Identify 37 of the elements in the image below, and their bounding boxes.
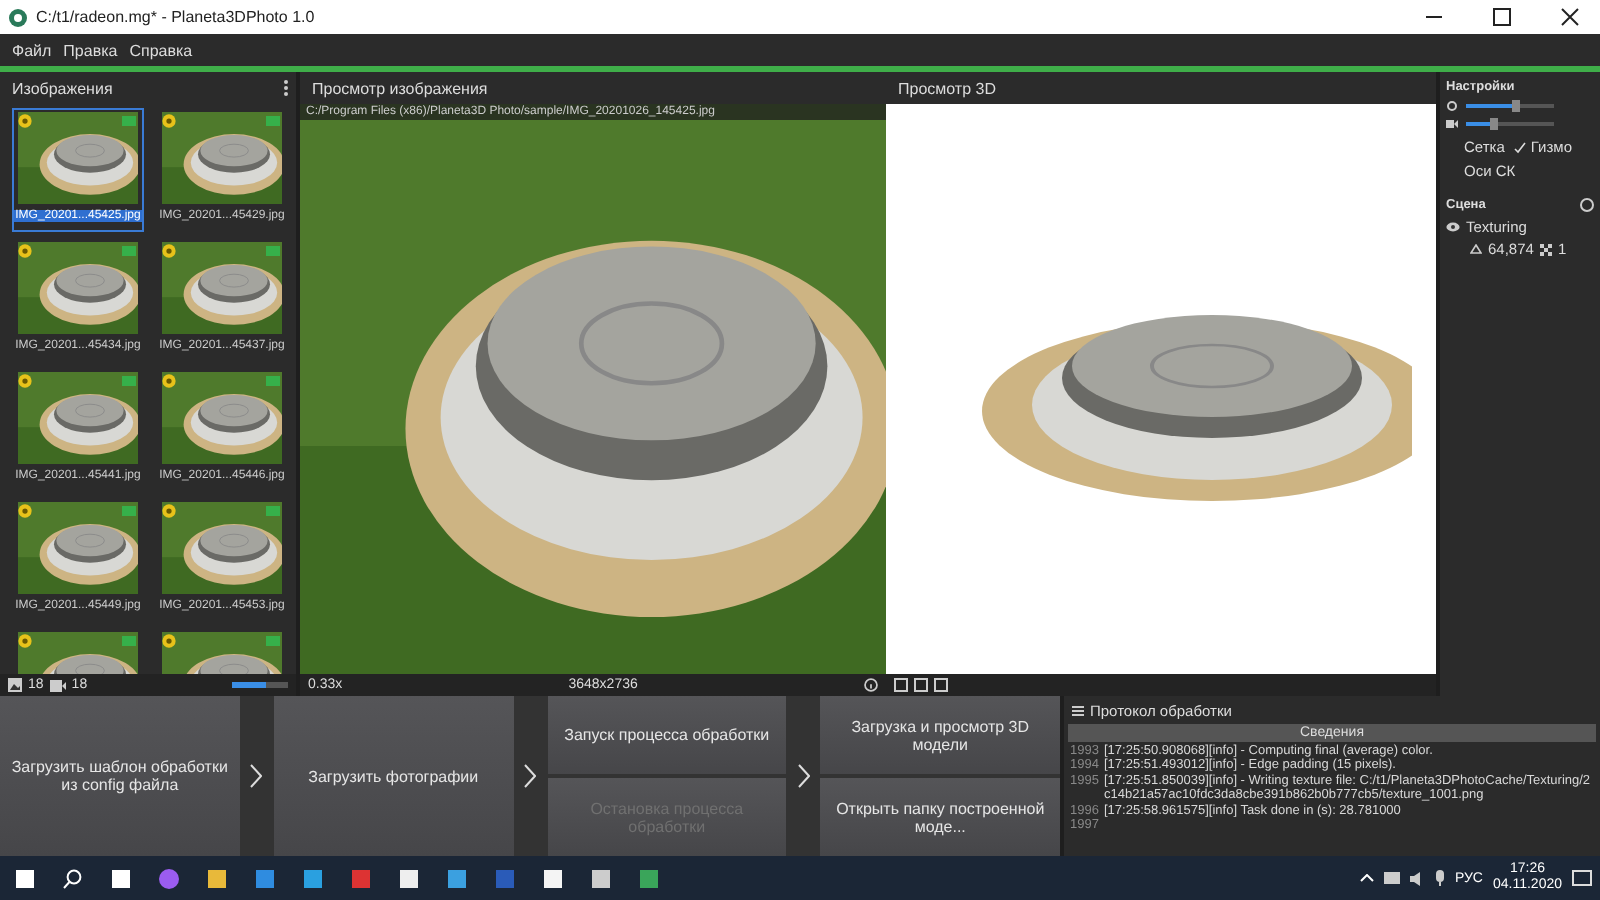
photo-placeholder bbox=[18, 502, 138, 594]
panel-title: Просмотр изображения bbox=[312, 79, 488, 97]
info-icon[interactable] bbox=[864, 678, 878, 692]
list-icon bbox=[1072, 705, 1084, 715]
chevron-right-icon bbox=[797, 764, 810, 788]
menu-item[interactable]: Справка bbox=[129, 41, 193, 59]
photo-placeholder bbox=[18, 372, 138, 464]
image-icon bbox=[8, 678, 22, 692]
action-button[interactable]: Открыть папку построенной моде... bbox=[820, 778, 1060, 856]
action-button[interactable]: Загрузка и просмотр 3D модели bbox=[820, 696, 1060, 774]
menu-item[interactable]: Файл bbox=[12, 41, 52, 59]
photo-placeholder bbox=[18, 242, 138, 334]
panel-title: Изображения bbox=[12, 79, 113, 97]
texture-icon bbox=[1539, 243, 1552, 255]
chevron-right-icon bbox=[524, 764, 536, 788]
search-icon[interactable] bbox=[61, 867, 83, 889]
panel-title: Просмотр 3D bbox=[898, 79, 996, 97]
chevron-right-icon bbox=[250, 764, 263, 788]
microphone-icon[interactable] bbox=[1436, 870, 1445, 886]
checkmark-icon bbox=[1514, 141, 1527, 153]
action-button[interactable]: Загрузить фотографии bbox=[273, 696, 513, 856]
photo-placeholder bbox=[162, 502, 282, 594]
photo-placeholder bbox=[162, 372, 282, 464]
app-logo-icon bbox=[8, 7, 28, 27]
chevron-up-icon[interactable] bbox=[1360, 874, 1375, 882]
window-title: C:/t1/radeon.mg* - Planeta3DPhoto 1.0 bbox=[36, 8, 317, 26]
menu-item[interactable]: Правка bbox=[63, 41, 118, 59]
triangle-icon bbox=[1470, 244, 1482, 254]
eye-icon[interactable] bbox=[1446, 222, 1460, 232]
model-viewport[interactable] bbox=[886, 104, 1436, 674]
thumbnail-size-slider[interactable] bbox=[232, 682, 288, 688]
action-button[interactable]: Загрузить шаблон обработки из config файла bbox=[0, 696, 240, 856]
photo-placeholder bbox=[18, 112, 138, 204]
action-button[interactable]: Запуск процесса обработки bbox=[547, 696, 787, 774]
photo-placeholder bbox=[162, 242, 282, 334]
single-view-icon[interactable] bbox=[894, 678, 908, 692]
photo-placeholder bbox=[162, 112, 282, 204]
